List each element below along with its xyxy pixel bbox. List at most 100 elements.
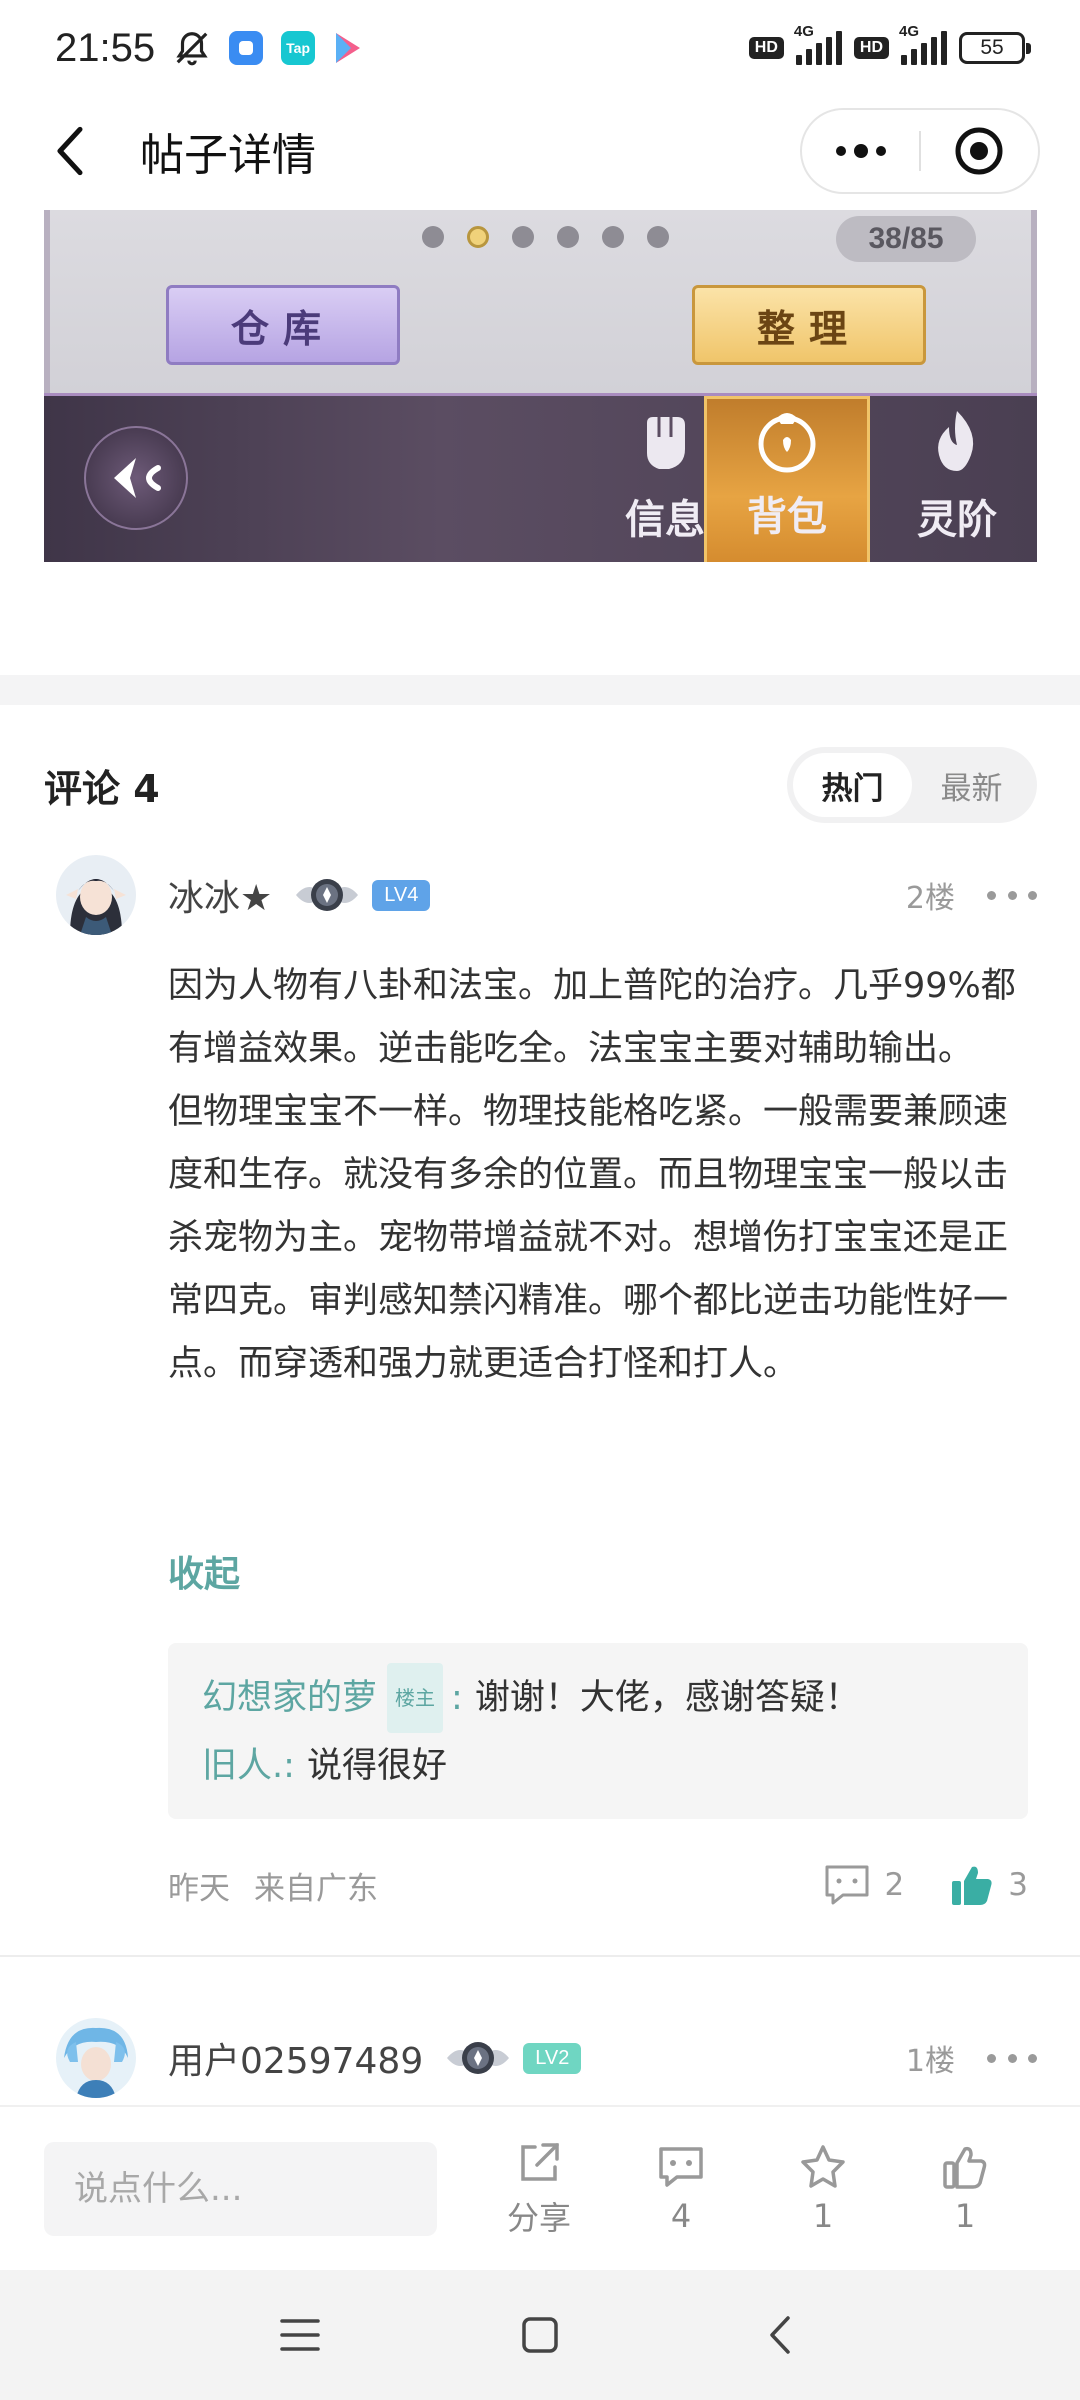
comment-input[interactable] (44, 2141, 437, 2236)
menu-lines-icon (280, 2319, 320, 2351)
hd-badge-2: HD (853, 37, 889, 59)
reply-colon: : (451, 1678, 463, 1718)
more-button[interactable] (802, 110, 919, 192)
level-badge: LV2 (523, 2042, 582, 2074)
medal-icon (447, 2042, 510, 2074)
reply-author[interactable]: 旧人. (202, 1733, 283, 1799)
chevron-left-icon (57, 126, 83, 176)
more-options-icon[interactable] (987, 2048, 1037, 2068)
favorite-count: 1 (812, 2196, 834, 2235)
comment-time: 昨天 (168, 1870, 230, 1907)
comment-paragraph: 因为人物有八卦和法宝。加上普陀的治疗。几乎99%都有增益效果。逆击能吃全。法宝宝… (168, 966, 1016, 1069)
favorite-button[interactable]: 1 (752, 2143, 894, 2235)
comment-header: 用户02597489 LV2 1楼 (168, 2018, 1037, 2098)
comment-bubble-icon (825, 1865, 869, 1905)
reply-button[interactable]: 2 (823, 1863, 904, 1907)
page-dot (467, 226, 489, 248)
page-dots (422, 226, 669, 248)
more-dots-icon (835, 144, 886, 158)
comment-count: 4 (670, 2196, 692, 2235)
avatar[interactable] (56, 855, 136, 935)
system-back-button[interactable] (740, 2295, 820, 2375)
hd-badge: HD (748, 37, 784, 59)
share-button[interactable]: 分享 (468, 2139, 610, 2239)
signal-icon-2: 4G (899, 23, 947, 65)
comment-separator (0, 1955, 1080, 1957)
game-tab-bar: 信息 背包 灵阶 (44, 393, 1037, 562)
more-options-icon[interactable] (987, 885, 1037, 905)
comments-title: 评论 4 (44, 766, 160, 811)
nav-bar: 帖子详情 (0, 96, 1080, 206)
square-icon (522, 2317, 558, 2353)
star-icon (801, 2144, 845, 2188)
fist-icon (647, 417, 685, 469)
comment-footer: 昨天 来自广东 2 3 (168, 1855, 1028, 1915)
share-label: 分享 (506, 2198, 571, 2237)
game-tab-label: 背包 (747, 494, 827, 540)
avatar[interactable] (56, 2018, 136, 2098)
page-dot (647, 226, 669, 248)
comment-bubble-icon (659, 2146, 703, 2187)
page-title: 帖子详情 (140, 130, 316, 181)
comment-sort-toggle: 热门 最新 (787, 747, 1037, 823)
network-label: 4G (793, 23, 814, 40)
game-tab-label: 灵阶 (917, 497, 997, 543)
network-label-2: 4G (899, 23, 920, 40)
comment-header: 冰冰★ LV4 2楼 (168, 855, 1037, 935)
status-right: HD 4G HD 4G 55 (748, 23, 1031, 65)
taptap-icon: Tap (281, 31, 316, 65)
recent-apps-button[interactable] (260, 2295, 340, 2375)
sort-newest-tab[interactable]: 最新 (912, 753, 1031, 817)
thumbs-up-icon (943, 2146, 987, 2189)
reply-author[interactable]: 幻想家的萝 (202, 1665, 377, 1731)
comment-username[interactable]: 用户02597489 (168, 2032, 423, 2084)
game-tab-backpack: 背包 (704, 396, 870, 562)
game-tab-spirit: 灵阶 (874, 396, 1037, 562)
play-store-icon (336, 33, 361, 63)
page-dot (422, 226, 444, 248)
page-dot (512, 226, 534, 248)
comment-item: 用户02597489 LV2 1楼 (44, 2018, 1037, 2103)
status-bar: 21:55 Tap HD 4G HD 4G 55 (0, 0, 1080, 96)
mini-program-capsule (800, 108, 1040, 194)
post-actions: 分享 4 1 1 (468, 2139, 1036, 2239)
page-dot (557, 226, 579, 248)
reply-item: 幻想家的萝 楼主 : 谢谢！大佬，感谢答疑！ (202, 1663, 994, 1733)
status-time: 21:55 (55, 25, 156, 70)
thumbs-up-icon (952, 1866, 992, 1905)
share-icon (521, 2142, 559, 2181)
home-button[interactable] (500, 2295, 580, 2375)
reply-box[interactable]: 幻想家的萝 楼主 : 谢谢！大佬，感谢答疑！ 旧人. : 说得很好 (168, 1643, 1028, 1819)
game-back-icon (84, 426, 188, 530)
comment-paragraph: 但物理宝宝不一样。物理技能格吃紧。一般需要兼顾速度和生存。就没有多余的位置。而且… (168, 1092, 1009, 1384)
like-button[interactable]: 3 (950, 1863, 1028, 1907)
warehouse-button: 仓库 (166, 285, 400, 365)
flame-icon (938, 411, 974, 471)
level-badge: LV4 (372, 879, 431, 911)
like-post-button[interactable]: 1 (894, 2143, 1036, 2235)
sort-hot-tab[interactable]: 热门 (793, 753, 912, 817)
post-image[interactable]: 38/85 仓库 整理 信息 背包 灵阶 (44, 210, 1037, 562)
page-counter: 38/85 (836, 216, 976, 262)
like-post-count: 1 (954, 2196, 976, 2235)
mute-bell-icon (176, 32, 208, 66)
system-nav-bar (0, 2270, 1080, 2400)
comments-header: 评论 4 热门 最新 (44, 745, 1037, 825)
comment-actions: 2 3 (777, 1863, 1028, 1907)
comment-button[interactable]: 4 (610, 2143, 752, 2235)
app-icon-blue (229, 31, 264, 65)
comment-item: 冰冰★ LV4 2楼 因为人物有八卦和法宝。加上普陀的治疗。几乎99%都有增益效… (44, 855, 1037, 1935)
status-left: 21:55 Tap (55, 26, 363, 71)
game-top-panel: 38/85 仓库 整理 (44, 210, 1037, 393)
signal-icon: 4G (794, 23, 842, 65)
comment-username[interactable]: 冰冰★ (168, 869, 272, 921)
sort-inventory-button: 整理 (692, 285, 926, 365)
back-button[interactable] (40, 121, 100, 181)
bottom-action-bar: 分享 4 1 1 (0, 2105, 1080, 2270)
medal-icon (296, 879, 359, 911)
close-miniapp-button[interactable] (921, 110, 1038, 192)
collapse-link[interactable]: 收起 (168, 1545, 240, 1597)
target-circle-icon (955, 127, 1003, 175)
reply-text: 说得很好 (306, 1746, 447, 1786)
reply-text: 谢谢！大佬，感谢答疑！ (474, 1678, 860, 1718)
